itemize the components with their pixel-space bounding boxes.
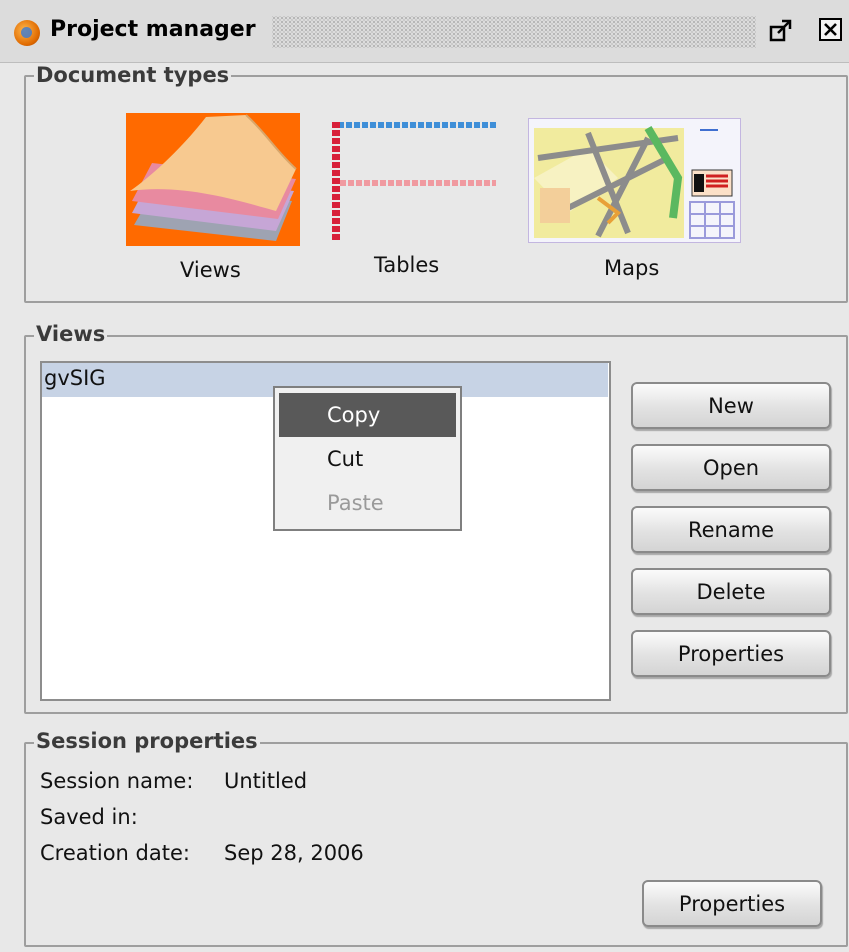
session-name-label: Session name: [40,769,194,793]
context-menu: Copy Cut Paste [273,386,462,531]
close-icon[interactable] [818,17,844,43]
maximize-icon[interactable] [769,18,793,44]
menu-item-copy[interactable]: Copy [279,393,456,437]
maps-icon [527,117,742,244]
creation-date-label: Creation date: [40,841,190,865]
window-title: Project manager [50,17,256,42]
list-item-label: gvSIG [44,366,106,390]
open-button[interactable]: Open [631,444,831,491]
title-bar-drag-area[interactable] [272,16,756,48]
menu-item-paste-label: Paste [327,491,384,515]
menu-item-copy-label: Copy [327,403,381,427]
rename-button[interactable]: Rename [631,506,831,553]
session-properties-title: Session properties [34,729,260,753]
document-type-maps-label[interactable]: Maps [604,256,659,280]
views-group-title: Views [34,322,108,346]
document-type-maps[interactable] [527,117,742,244]
saved-in-label: Saved in: [40,805,138,829]
views-layers-icon [126,113,300,246]
session-name-value: Untitled [224,769,308,793]
document-type-views-label[interactable]: Views [180,258,241,282]
creation-date-value: Sep 28, 2006 [224,841,364,865]
view-properties-button[interactable]: Properties [631,630,831,677]
new-button[interactable]: New [631,382,831,429]
session-properties-button[interactable]: Properties [642,880,822,927]
tables-icon [332,122,496,240]
delete-button[interactable]: Delete [631,568,831,615]
menu-item-paste: Paste [279,481,456,525]
menu-item-cut[interactable]: Cut [279,437,456,481]
menu-item-cut-label: Cut [327,447,364,471]
title-bar[interactable]: Project manager [0,0,849,63]
gvsig-globe-icon [14,20,40,46]
document-type-views[interactable] [126,113,300,246]
document-type-tables-label[interactable]: Tables [374,253,439,277]
document-types-title: Document types [34,63,232,87]
document-type-tables[interactable] [330,120,498,242]
